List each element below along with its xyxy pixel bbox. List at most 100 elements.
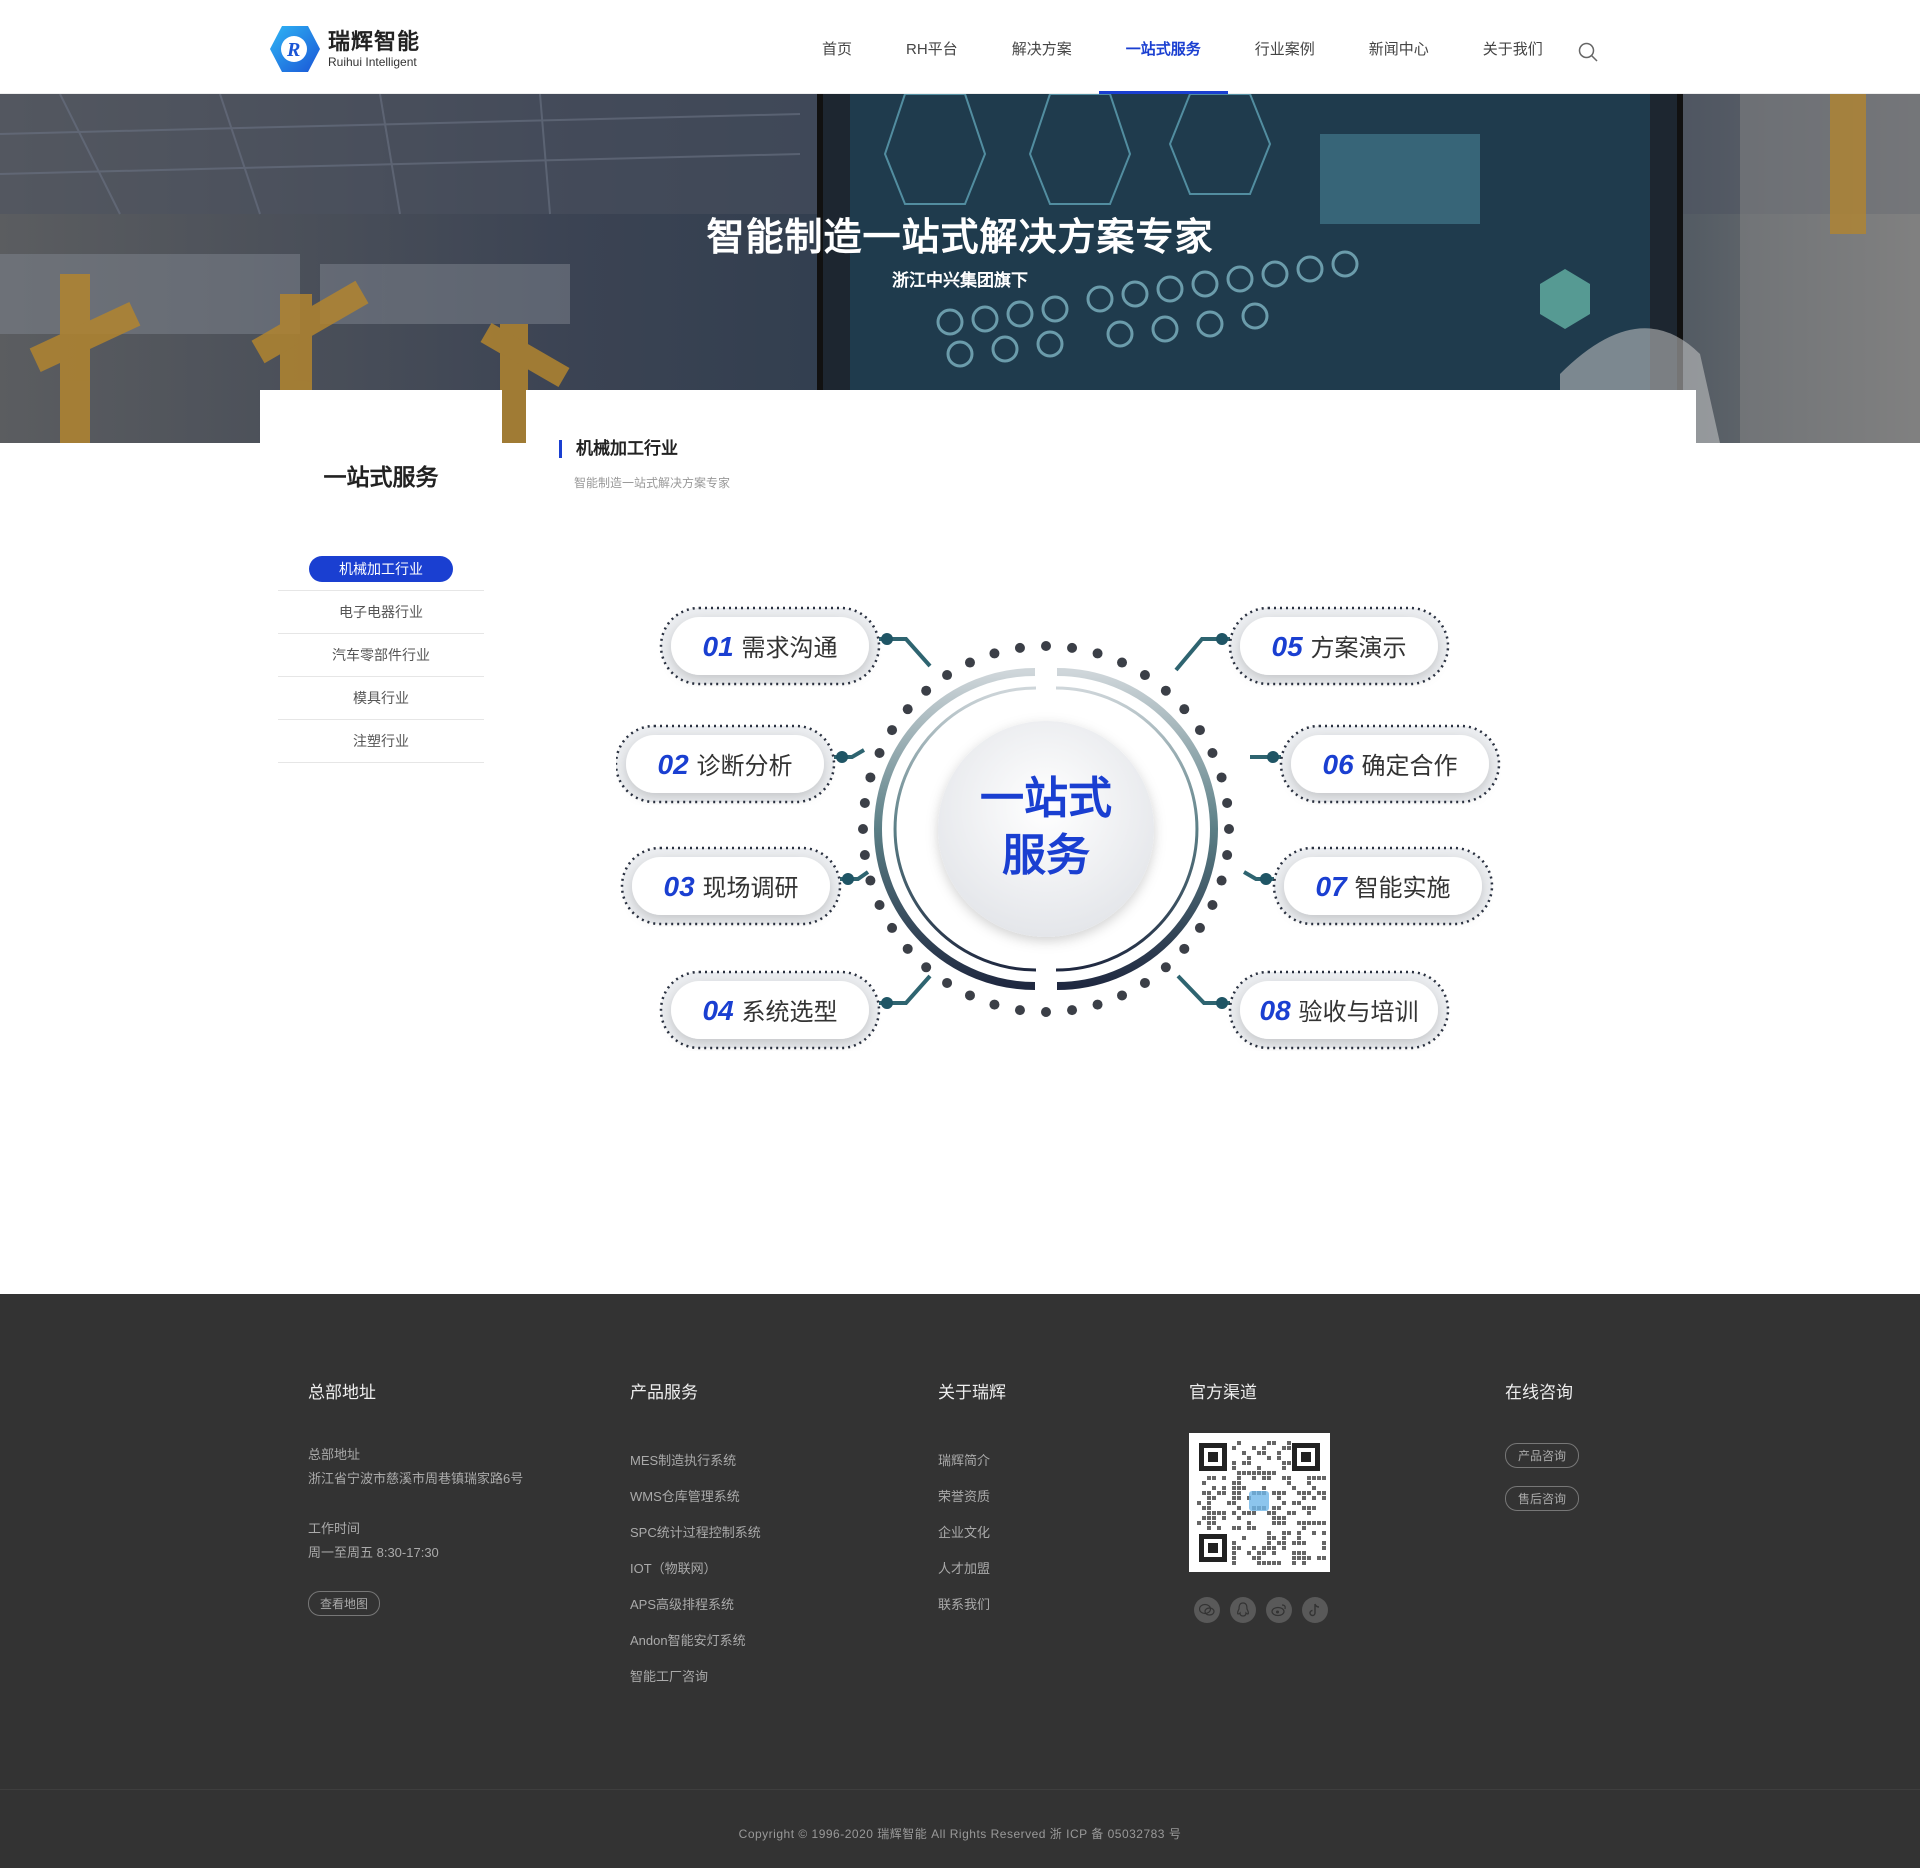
center-disc (938, 721, 1154, 937)
step-06: 06 确定合作 (1279, 724, 1501, 804)
step-number: 05 (1272, 631, 1311, 662)
step-label: 现场调研 (702, 875, 798, 902)
center-label-line1: 一站式 (980, 774, 1112, 823)
after-sales-consult-button[interactable]: 售后咨询 (1505, 1486, 1579, 1511)
logo-icon: R (270, 26, 320, 72)
address-value: 浙江省宁波市慈溪市周巷镇瑞家路6号 (308, 1471, 524, 1486)
sidebar-item-mold[interactable]: 模具行业 (278, 677, 484, 720)
product-consult-button[interactable]: 产品咨询 (1505, 1443, 1579, 1468)
footer-link-careers[interactable]: 人才加盟 (938, 1551, 1006, 1587)
sidebar-item-electronics[interactable]: 电子电器行业 (278, 591, 484, 634)
qq-icon[interactable] (1230, 1597, 1256, 1623)
main-nav: 首页 RH平台 解决方案 一站式服务 行业案例 新闻中心 关于我们 (795, 0, 1570, 94)
hours-label: 工作时间 (308, 1521, 361, 1536)
footer-link-aps[interactable]: APS高级排程系统 (630, 1587, 761, 1623)
step-04: 04 系统选型 (659, 970, 881, 1050)
step-number: 06 (1323, 749, 1362, 780)
footer-about: 关于瑞辉 瑞辉简介 荣誉资质 企业文化 人才加盟 联系我们 (938, 1378, 1006, 1623)
sidebar: 一站式服务 机械加工行业 电子电器行业 汽车零部件行业 模具行业 注塑行业 (260, 390, 502, 763)
step-label: 确定合作 (1361, 753, 1457, 780)
step-number: 04 (703, 995, 742, 1026)
sidebar-list: 机械加工行业 电子电器行业 汽车零部件行业 模具行业 注塑行业 (278, 548, 484, 763)
sidebar-title: 一站式服务 (323, 464, 439, 490)
logo[interactable]: R 瑞辉智能 Ruihui Intelligent (268, 24, 420, 74)
brand-name-cn: 瑞辉智能 (328, 29, 421, 54)
connector-dot (836, 751, 848, 763)
connector-dot (1216, 997, 1228, 1009)
step-01: 01 需求沟通 (659, 606, 881, 686)
step-03: 03 现场调研 (620, 846, 842, 926)
weibo-icon[interactable] (1266, 1597, 1292, 1623)
copyright: Copyright © 1996-2020 瑞辉智能 All Rights Re… (738, 1827, 1182, 1841)
svg-text:07 智能实施: 07 智能实施 (1316, 871, 1451, 902)
banner-subtitle: 浙江中兴集团旗下 (892, 271, 1028, 290)
footer-consult: 在线咨询 产品咨询 售后咨询 (1505, 1378, 1579, 1529)
footer-address: 总部地址 总部地址 浙江省宁波市慈溪市周巷镇瑞家路6号 工作时间 周一至周五 8… (308, 1378, 523, 1616)
footer-link-andon[interactable]: Andon智能安灯系统 (630, 1623, 761, 1659)
footer-link-contact[interactable]: 联系我们 (938, 1587, 1006, 1623)
footer-link-iot[interactable]: IOT（物联网） (630, 1551, 761, 1587)
step-label: 需求沟通 (741, 635, 837, 662)
footer-heading-about: 关于瑞辉 (938, 1383, 1006, 1402)
nav-solutions[interactable]: 解决方案 (985, 0, 1099, 94)
sidebar-item-label: 机械加工行业 (309, 556, 453, 582)
nav-home[interactable]: 首页 (795, 0, 879, 94)
sidebar-item-injection[interactable]: 注塑行业 (278, 720, 484, 763)
step-02: 02 诊断分析 (616, 724, 836, 804)
step-label: 方案演示 (1310, 635, 1406, 662)
connector-dot (881, 997, 893, 1009)
svg-text:03 现场调研: 03 现场调研 (664, 871, 799, 902)
step-label: 验收与培训 (1298, 999, 1418, 1026)
site-footer: 总部地址 总部地址 浙江省宁波市慈溪市周巷镇瑞家路6号 工作时间 周一至周五 8… (0, 1294, 1920, 1868)
footer-divider (0, 1789, 1920, 1790)
connector-dot (1267, 751, 1279, 763)
social-icons (1189, 1597, 1333, 1623)
view-map-button[interactable]: 查看地图 (308, 1591, 381, 1616)
step-number: 02 (658, 749, 697, 780)
svg-text:08 验收与培训: 08 验收与培训 (1260, 995, 1419, 1026)
site-header: R 瑞辉智能 Ruihui Intelligent 首页 RH平台 解决方案 一… (0, 0, 1920, 94)
footer-heading-channels: 官方渠道 (1189, 1383, 1257, 1402)
nav-rh-platform[interactable]: RH平台 (879, 0, 985, 94)
douyin-icon[interactable] (1302, 1597, 1328, 1623)
search-icon[interactable] (1578, 42, 1598, 62)
address-label: 总部地址 (308, 1447, 361, 1462)
footer-link-spc[interactable]: SPC统计过程控制系统 (630, 1515, 761, 1551)
footer-heading-consult: 在线咨询 (1505, 1383, 1573, 1402)
nav-one-stop-service[interactable]: 一站式服务 (1098, 0, 1228, 94)
step-label: 智能实施 (1354, 875, 1450, 902)
nav-news[interactable]: 新闻中心 (1342, 0, 1456, 94)
connector-dot (881, 633, 893, 645)
footer-link-culture[interactable]: 企业文化 (938, 1515, 1006, 1551)
wechat-icon[interactable] (1194, 1597, 1220, 1623)
footer-channels: 官方渠道 (1189, 1378, 1333, 1623)
banner-title: 智能制造一站式解决方案专家 (706, 217, 1214, 259)
section-subtitle: 智能制造一站式解决方案专家 (574, 476, 731, 490)
step-number: 03 (664, 871, 703, 902)
qr-code (1189, 1433, 1330, 1572)
footer-link-mes[interactable]: MES制造执行系统 (630, 1443, 761, 1479)
sidebar-item-machining[interactable]: 机械加工行业 (278, 548, 484, 591)
footer-link-intro[interactable]: 瑞辉简介 (938, 1443, 1006, 1479)
section-title: 机械加工行业 (559, 440, 678, 458)
sidebar-item-auto-parts[interactable]: 汽车零部件行业 (278, 634, 484, 677)
brand-name-en: Ruihui Intelligent (328, 55, 417, 69)
footer-link-wms[interactable]: WMS仓库管理系统 (630, 1479, 761, 1515)
svg-text:01 需求沟通: 01 需求沟通 (703, 631, 838, 662)
hours-value: 周一至周五 8:30-17:30 (308, 1545, 439, 1560)
footer-products: 产品服务 MES制造执行系统 WMS仓库管理系统 SPC统计过程控制系统 IOT… (630, 1378, 761, 1695)
svg-text:R: R (286, 39, 300, 61)
footer-heading-products: 产品服务 (630, 1383, 698, 1402)
nav-industry-cases[interactable]: 行业案例 (1228, 0, 1342, 94)
footer-link-consulting[interactable]: 智能工厂咨询 (630, 1659, 761, 1695)
step-number: 01 (703, 631, 742, 662)
center-label-line2: 服务 (1002, 831, 1090, 880)
service-process-diagram: 一站式 服务 01 需求沟通 02 诊断分析 03 现场调研 04 系统选型 05 方案… (616, 606, 1501, 1050)
nav-about[interactable]: 关于我们 (1456, 0, 1570, 94)
step-number: 07 (1316, 871, 1355, 902)
svg-text:05 方案演示: 05 方案演示 (1272, 631, 1407, 662)
step-label: 诊断分析 (696, 753, 792, 780)
main-panel: 机械加工行业 智能制造一站式解决方案专家 一站式 服务 01 需求沟通 02 诊… (526, 390, 1696, 1090)
footer-link-honors[interactable]: 荣誉资质 (938, 1479, 1006, 1515)
connector-dot (842, 873, 854, 885)
